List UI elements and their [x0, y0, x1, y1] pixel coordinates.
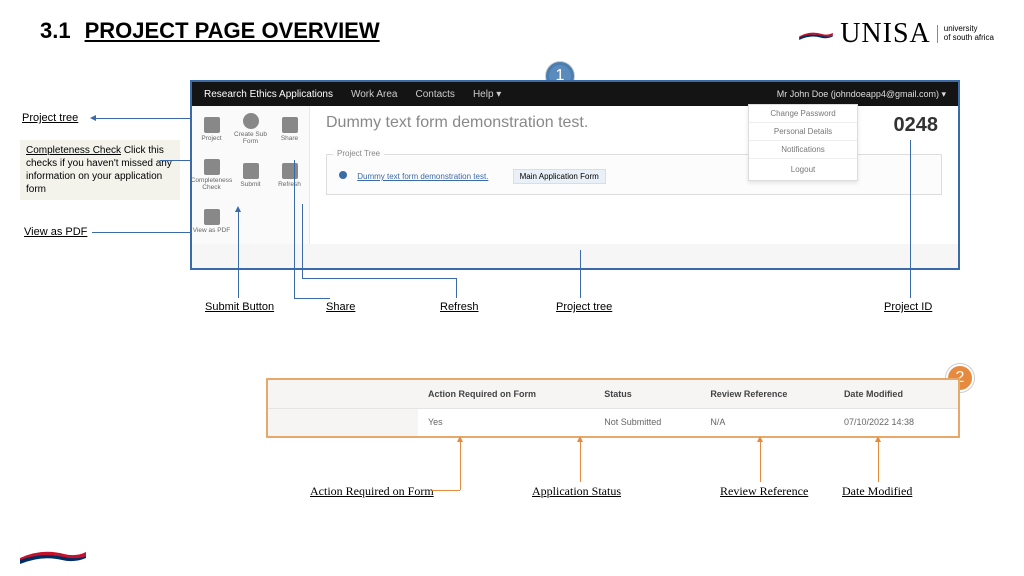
bullet-icon — [339, 171, 347, 179]
label-refresh: Refresh — [440, 301, 479, 313]
col-review: Review Reference — [700, 380, 834, 408]
tree-sub-item[interactable]: Main Application Form — [513, 169, 606, 184]
menu-change-password[interactable]: Change Password — [749, 105, 857, 123]
app-topbar: Research Ethics Applications Work Area C… — [192, 82, 958, 106]
swoosh-icon — [798, 27, 834, 41]
menu-notifications[interactable]: Notifications — [749, 141, 857, 159]
label-view-pdf: View as PDF — [24, 226, 87, 238]
table-row: Yes Not Submitted N/A 07/10/2022 14:38 — [268, 408, 958, 436]
label-action-required: Action Required on Form — [310, 484, 434, 499]
unisa-wordmark: UNISA — [840, 18, 931, 50]
label-date-modified: Date Modified — [842, 484, 912, 499]
tool-refresh[interactable]: Refresh — [270, 152, 309, 198]
form-status-panel: Action Required on Form Status Review Re… — [266, 378, 960, 438]
tree-root-item[interactable]: Dummy text form demonstration test. — [353, 170, 492, 183]
status-table: Action Required on Form Status Review Re… — [268, 380, 958, 436]
plus-icon — [243, 113, 259, 129]
share-icon — [282, 117, 298, 133]
col-status: Status — [594, 380, 700, 408]
toolbar: Project Create Sub Form Share Completene… — [192, 106, 310, 244]
col-action: Action Required on Form — [418, 380, 594, 408]
cell-date: 07/10/2022 14:38 — [834, 408, 958, 436]
tool-project[interactable]: Project — [192, 106, 231, 152]
unisa-subtitle: university of south africa — [937, 25, 994, 43]
menu-personal-details[interactable]: Personal Details — [749, 123, 857, 141]
tool-view-pdf[interactable]: View as PDF — [192, 198, 231, 244]
cell-action[interactable]: Yes — [418, 408, 594, 436]
user-display[interactable]: Mr John Doe (johndoeapp4@gmail.com) ▾ — [777, 89, 946, 100]
footer-swoosh-icon — [18, 544, 88, 566]
label-share: Share — [326, 301, 355, 313]
project-page-panel: Research Ethics Applications Work Area C… — [190, 80, 960, 270]
label-project-tree: Project tree — [22, 112, 78, 124]
label-project-id: Project ID — [884, 301, 932, 313]
main-area: Dummy text form demonstration test. 0248… — [310, 106, 958, 244]
label-review-reference: Review Reference — [720, 484, 808, 499]
cell-status: Not Submitted — [594, 408, 700, 436]
tool-completeness[interactable]: Completeness Check — [192, 152, 231, 198]
label-completeness-check: Completeness Check Click this checks if … — [20, 140, 180, 200]
col-blank — [268, 380, 418, 408]
unisa-logo: UNISA university of south africa — [798, 18, 994, 50]
print-icon — [204, 209, 220, 225]
folder-icon — [204, 117, 220, 133]
label-submit-button: Submit Button — [205, 301, 274, 313]
tool-submit[interactable]: Submit — [231, 152, 270, 198]
menu-help[interactable]: Help ▾ — [473, 89, 501, 100]
check-icon — [204, 159, 220, 175]
col-date: Date Modified — [834, 380, 958, 408]
section-number: 3.1 — [40, 18, 71, 44]
project-id: 0248 — [894, 114, 939, 137]
page-title: PROJECT PAGE OVERVIEW — [85, 18, 380, 44]
cell-review: N/A — [700, 408, 834, 436]
upload-icon — [243, 163, 259, 179]
menu-logout[interactable]: Logout — [749, 159, 857, 180]
user-dropdown-menu: Change Password Personal Details Notific… — [748, 104, 858, 181]
app-name: Research Ethics Applications — [204, 89, 333, 100]
label-project-tree-bottom: Project tree — [556, 301, 612, 313]
menu-work-area[interactable]: Work Area — [351, 89, 398, 100]
refresh-icon — [282, 163, 298, 179]
tool-create-sub[interactable]: Create Sub Form — [231, 106, 270, 152]
menu-contacts[interactable]: Contacts — [415, 89, 454, 100]
tool-share[interactable]: Share — [270, 106, 309, 152]
label-application-status: Application Status — [532, 484, 621, 499]
